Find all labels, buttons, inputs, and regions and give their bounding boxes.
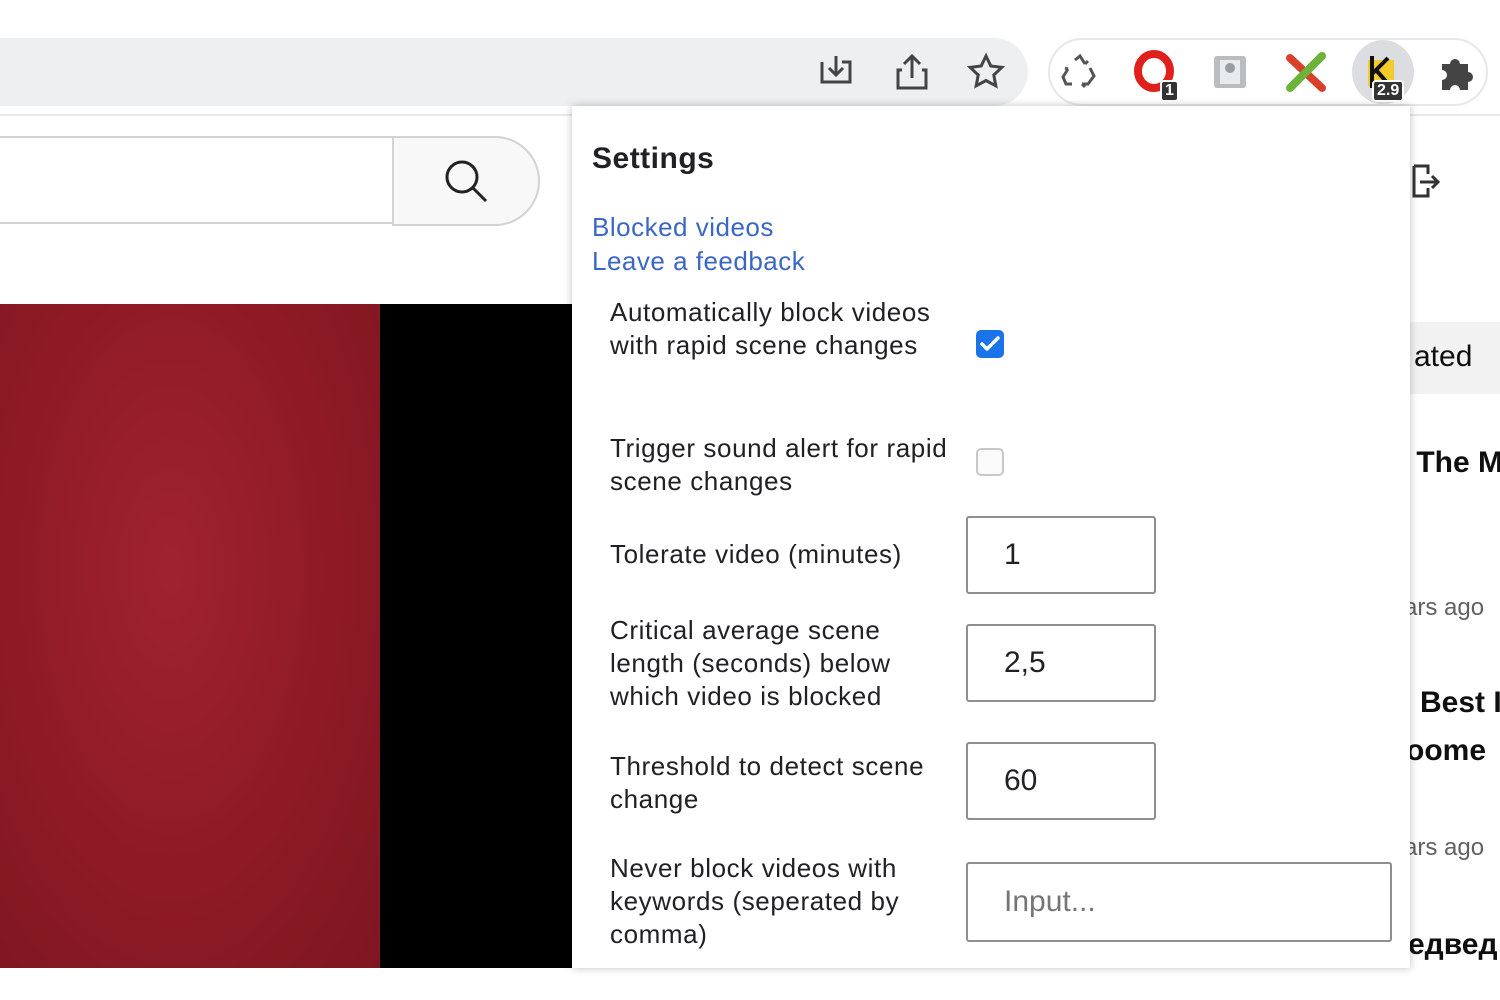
settings-popup: Settings Blocked videos Leave a feedback… [572, 106, 1410, 968]
search-input[interactable] [0, 136, 394, 224]
side-video-title[interactable]: Best I [1420, 686, 1500, 720]
search-icon [445, 160, 488, 203]
search-button[interactable] [392, 136, 540, 226]
side-video-title[interactable]: едвед [1408, 928, 1498, 962]
extensions-bar [1048, 38, 1488, 106]
tolerate-video-input[interactable] [966, 516, 1156, 594]
blocked-videos-link[interactable]: Blocked videos [592, 212, 774, 243]
side-video-title[interactable]: oome [1406, 734, 1486, 768]
recycle-icon[interactable] [1056, 48, 1104, 96]
side-video-title[interactable]: t The M [1398, 446, 1500, 480]
popup-title: Settings [592, 142, 715, 175]
scene-threshold-input[interactable] [966, 742, 1156, 820]
install-icon[interactable] [812, 48, 860, 96]
puzzle-icon[interactable] [1432, 48, 1480, 96]
video-player-letterbox [380, 304, 580, 968]
side-video-meta: ars ago [1404, 834, 1485, 861]
critical-scene-length-label: Critical average scene length (seconds) … [610, 615, 891, 711]
tolerate-video-label: Tolerate video (minutes) [610, 539, 902, 569]
bookmark-star-icon[interactable] [962, 48, 1010, 96]
checkmark-icon [980, 336, 1000, 351]
side-video-meta: ars ago [1404, 594, 1485, 621]
auto-block-checkbox[interactable] [976, 330, 1004, 358]
share-icon[interactable] [888, 48, 936, 96]
opera-badge: 1 [1160, 80, 1179, 102]
photo-extension-icon[interactable] [1206, 48, 1254, 96]
address-bar[interactable] [0, 38, 1028, 106]
sound-alert-label: Trigger sound alert for rapid scene chan… [610, 433, 948, 496]
cross-extension-icon[interactable] [1282, 48, 1330, 96]
related-chip-label: ated [1414, 340, 1473, 373]
video-thumbnail[interactable] [0, 304, 380, 968]
leave-feedback-link[interactable]: Leave a feedback [592, 246, 805, 277]
keywords-label: Never block videos with keywords (sepera… [610, 853, 900, 949]
auto-block-label: Automatically block videos with rapid sc… [610, 297, 931, 360]
keywords-input[interactable] [966, 862, 1392, 942]
scene-threshold-label: Threshold to detect scene change [610, 751, 925, 814]
k-extension-badge: 2.9 [1372, 80, 1405, 102]
account-switch-icon[interactable] [1410, 162, 1441, 207]
sound-alert-checkbox[interactable] [976, 448, 1004, 476]
critical-scene-length-input[interactable] [966, 624, 1156, 702]
